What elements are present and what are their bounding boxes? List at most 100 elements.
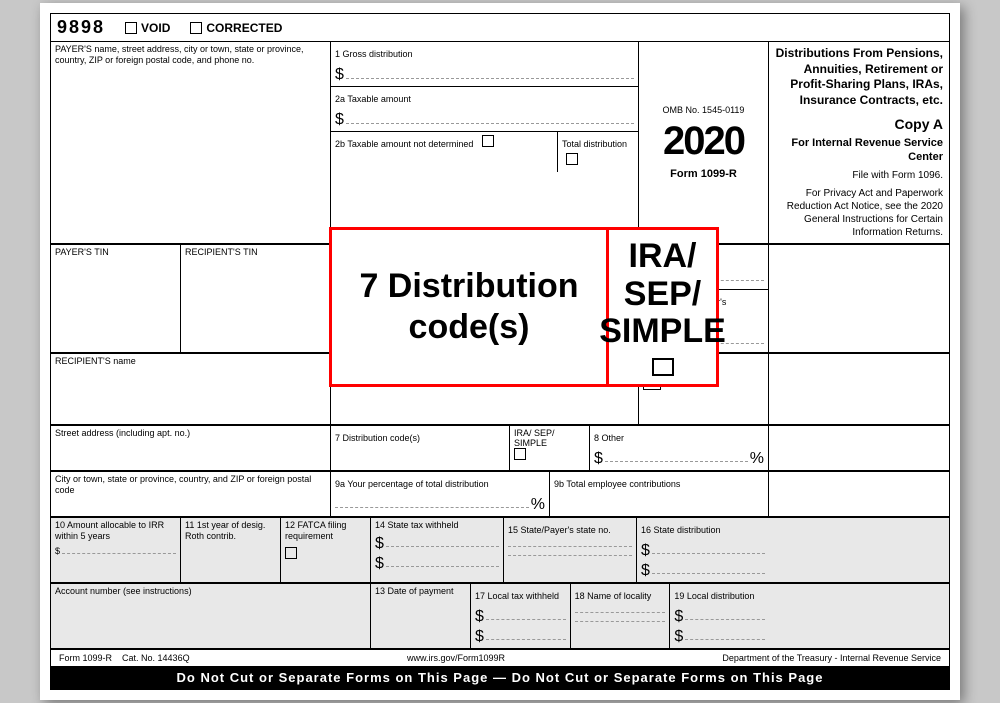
box18-line2 [575,621,666,622]
street-cell: Street address (including apt. no.) [51,426,331,470]
street-label: Street address (including apt. no.) [55,428,190,438]
box17-dollar1: $ [475,608,484,626]
taxable-amount-box: 2a Taxable amount $ [331,87,638,132]
box18-line1 [575,612,666,613]
box16-dollar2: $ [641,562,650,580]
footer-info: Form 1099-R Cat. No. 14436Q www.irs.gov/… [51,649,949,666]
box16-label: 16 State distribution [641,525,721,535]
box14-dollar2: $ [375,555,384,573]
ira-small-checkbox[interactable] [514,448,526,460]
box-9a: 9a Your percentage of total distribution… [331,472,550,516]
box18-label: 18 Name of locality [575,591,652,601]
box10-dollar: $ [55,546,60,556]
box19-label: 19 Local distribution [674,591,754,601]
recip-tin-label: RECIPIENT'S TIN [185,247,258,257]
payer-tin-label: PAYER'S TIN [55,247,109,257]
box15-line2 [508,555,632,556]
2b-checkbox[interactable] [482,135,494,147]
box-18: 18 Name of locality [571,584,671,648]
box14-line1 [386,546,499,547]
sidebar-row2 [769,245,949,352]
footer-dept: Department of the Treasury - Internal Re… [722,653,941,663]
box12-checkbox[interactable] [285,547,297,559]
corrected-checkbox[interactable] [190,22,202,34]
box-11: 11 1st year of desig. Roth contrib. [181,518,281,582]
box-17: 17 Local tax withheld $ $ [471,584,571,648]
box10-line [62,553,176,554]
ira-sep-big-text: IRA/ SEP/ SIMPLE [599,238,726,350]
ira-small-label: IRA/ SEP/ SIMPLE [514,428,555,448]
dist-code-text: 7 Distribution code(s) [342,266,596,348]
box-19: 19 Local distribution $ $ [670,584,769,648]
total-dist-checkbox[interactable] [566,153,578,165]
box16-value2: $ [641,562,765,580]
row-acct-date: Account number (see instructions) 13 Dat… [51,583,949,649]
page-wrapper: 9898 VOID CORRECTED PAYER'S name, street… [40,3,960,700]
box8-value: $ % [594,450,764,468]
omb-no: OMB No. 1545-0119 [663,105,745,115]
box19-value1: $ [674,608,765,626]
box16-dollar1: $ [641,542,650,560]
dist-code-main: 7 Distribution code(s) [332,230,606,384]
box-14: 14 State tax withheld $ $ [371,518,504,582]
acct-number-cell: Account number (see instructions) [51,584,371,648]
ira-big-checkbox[interactable] [652,358,674,376]
city-cell: City or town, state or province, country… [51,472,331,516]
box14-dollar1: $ [375,535,384,553]
form-name: Form 1099-R [670,168,737,180]
taxable-amount-label: 2a Taxable amount [335,94,411,104]
box14-line2 [386,566,499,567]
box-12: 12 FATCA filing requirement [281,518,371,582]
payer-tin-cell: PAYER'S TIN [51,245,181,352]
recip-tin-cell: RECIPIENT'S TIN [181,245,331,352]
box9a-percent: % [531,496,545,514]
sidebar-row6 [769,518,949,582]
row-payer-gross: PAYER'S name, street address, city or to… [51,42,949,244]
gross-dist-label: 1 Gross distribution [335,49,413,59]
box-8: 8 Other $ % [590,426,768,470]
box19-value2: $ [674,628,765,646]
recip-name-cell: RECIPIENT'S name [51,354,331,424]
gross-dist-box: 1 Gross distribution $ [331,42,638,87]
box9b-label: 9b Total employee contributions [554,479,680,489]
box11-label: 11 1st year of desig. Roth contrib. [185,520,265,541]
box9a-line [335,507,529,508]
dist-code-ira-panel: IRA/ SEP/ SIMPLE [606,230,716,384]
box19-line1 [685,619,765,620]
box7-small: 7 Distribution code(s) [331,426,510,470]
box-9b: 9b Total employee contributions [550,472,768,516]
sidebar-title: Distributions From Pensions, Annuities, … [775,46,943,108]
do-not-cut-text: Do Not Cut or Separate Forms on This Pag… [177,670,824,685]
box-13: 13 Date of payment [371,584,471,648]
box15-line1 [508,546,632,547]
form-container: 9898 VOID CORRECTED PAYER'S name, street… [50,13,950,690]
box19-line2 [685,639,765,640]
row-city: City or town, state or province, country… [51,471,949,517]
row4-fields: 7 Distribution code(s) IRA/ SEP/ SIMPLE … [331,426,769,470]
box8-line [605,461,748,462]
row-10-16: 10 Amount allocable to IRR within 5 year… [51,517,949,583]
acct-label: Account number (see instructions) [55,586,192,596]
box-total-dist: Total distribution [558,132,638,172]
box16-line2 [652,573,765,574]
sidebar-row7 [769,584,949,648]
void-checkbox[interactable] [125,22,137,34]
box17-value2: $ [475,628,566,646]
footer-cat-no: Cat. No. 14436Q [122,653,190,663]
box8-label: 8 Other [594,433,624,443]
box13-label: 13 Date of payment [375,586,454,596]
box10-label: 10 Amount allocable to IRR within 5 year… [55,520,164,541]
footer-form-name: Form 1099-R [59,653,112,663]
box17-dollar2: $ [475,628,484,646]
box14-value1: $ [375,535,499,553]
taxable-amount-value-row: $ [335,111,634,129]
footer-form-ref: Form 1099-R Cat. No. 14436Q [59,653,190,663]
gross-dollar: $ [335,66,344,84]
box19-dollar2: $ [674,628,683,646]
box8-dollar: $ [594,450,603,468]
gross-omb-col: 1 Gross distribution $ 2a Taxable amount… [331,42,639,243]
corrected-box: CORRECTED [190,21,282,35]
void-box: VOID [125,21,170,35]
total-dist-label: Total distribution [562,139,627,149]
box-2b-not-determined: 2b Taxable amount not determined [331,132,558,172]
